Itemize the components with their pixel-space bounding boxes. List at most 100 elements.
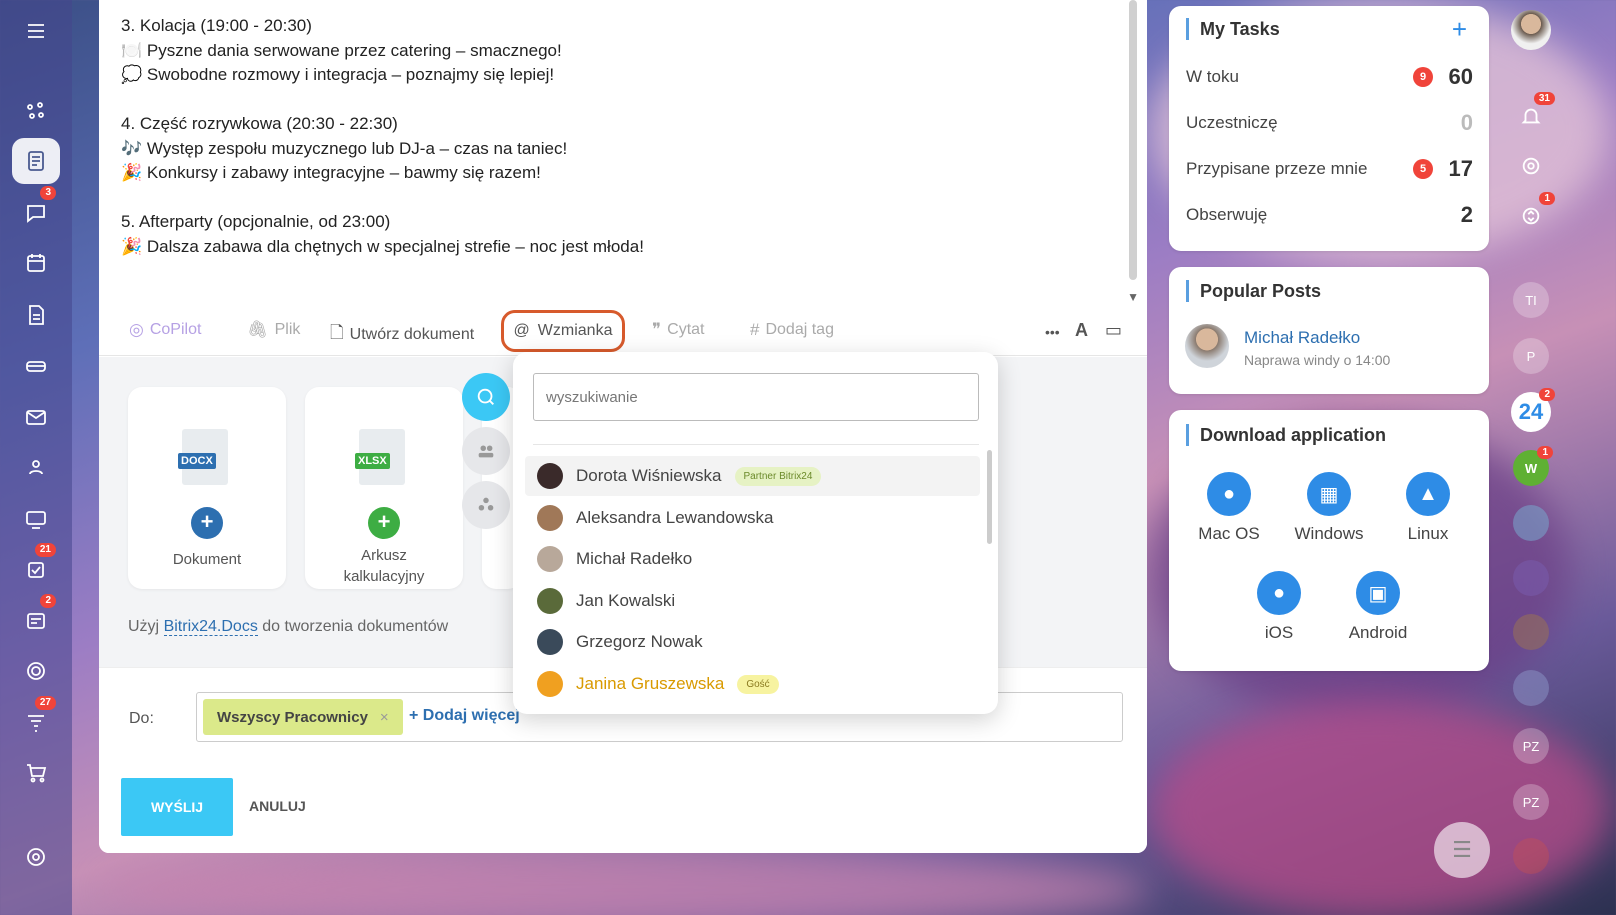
scroll-down-icon[interactable]: ▼ (1127, 290, 1139, 304)
menu-icon[interactable] (12, 8, 60, 54)
mention-person[interactable]: Jan Kowalski (525, 581, 980, 621)
chat-bubble-icon[interactable] (1513, 505, 1549, 541)
users-icon[interactable] (462, 427, 510, 475)
channel-icon[interactable] (1513, 560, 1549, 596)
funnel-icon[interactable]: 27 (12, 696, 60, 746)
crm-icon[interactable] (12, 496, 60, 542)
tasks-icon[interactable]: 21 (12, 543, 60, 593)
copilot-button[interactable]: ◎ CoPilot (129, 320, 201, 340)
task-row[interactable]: Uczestniczę 0 (1186, 110, 1473, 136)
send-button[interactable]: WYŚLIJ (121, 778, 233, 836)
create-xlsx-card[interactable]: XLSX + Arkusz kalkulacyjny (305, 387, 463, 589)
contact-p[interactable]: P (1513, 338, 1549, 374)
add-tag-button[interactable]: # Dodaj tag (750, 320, 834, 340)
download-windows[interactable]: ▦ Windows (1284, 472, 1374, 544)
more-icon[interactable]: ••• (1045, 324, 1060, 340)
news-icon[interactable]: 2 (12, 594, 60, 644)
download-mac-os[interactable]: ● Mac OS (1184, 472, 1274, 544)
app-label: Linux (1407, 524, 1449, 543)
avatar (537, 463, 563, 489)
ios-icon: ● (1257, 571, 1301, 615)
post-line: 🎉 Dalsza zabawa dla chętnych w specjalne… (121, 236, 644, 256)
settings-icon[interactable] (12, 834, 60, 880)
contact-avatar[interactable] (1513, 614, 1549, 650)
font-icon[interactable]: A (1075, 320, 1088, 341)
layout-icon[interactable]: ▭ (1105, 320, 1122, 341)
contact-ti[interactable]: TI (1513, 282, 1549, 318)
post-line: 4. Część rozrywkowa (20:30 - 22:30) (121, 114, 398, 133)
contact-pz-2[interactable]: PZ (1513, 784, 1549, 820)
download-linux[interactable]: ▲ Linux (1383, 472, 1473, 544)
add-more-button[interactable]: + Dodaj więcej (409, 707, 520, 725)
person-name: Michał Radełko (576, 549, 693, 569)
user-avatar[interactable] (1511, 10, 1551, 50)
task-count: 17 (1448, 156, 1473, 181)
quote-icon: ❞ (652, 320, 662, 339)
radar-icon[interactable] (1511, 146, 1551, 186)
quote-button[interactable]: ❞ Cytat (652, 320, 705, 340)
groups-icon[interactable] (462, 481, 510, 529)
popup-scrollbar[interactable] (987, 450, 992, 544)
mention-person[interactable]: Dorota Wiśniewska Partner Bitrix24 (525, 456, 980, 496)
task-row[interactable]: Obserwuję 2 (1186, 202, 1473, 228)
video-call-icon[interactable] (1513, 838, 1549, 874)
mail-icon[interactable] (12, 394, 60, 440)
person-name: Jan Kowalski (576, 590, 676, 610)
divider (533, 444, 979, 445)
group-icon[interactable] (1513, 670, 1549, 706)
contacts-icon[interactable] (12, 444, 60, 490)
create-document-button[interactable]: 🗋 Utwórz dokument (330, 320, 474, 349)
contact-pz-1[interactable]: PZ (1513, 728, 1549, 764)
create-docx-card[interactable]: DOCX + Dokument (128, 387, 286, 589)
post-author[interactable]: Michał Radełko (1244, 328, 1360, 348)
avatar[interactable] (1185, 324, 1229, 368)
mention-person[interactable]: Janina Gruszewska Gość (525, 664, 980, 704)
task-label: Przypisane przeze mnie (1186, 159, 1368, 178)
download-android[interactable]: ▣ Android (1333, 571, 1423, 643)
document-icon[interactable] (12, 292, 60, 338)
cart-icon[interactable] (12, 750, 60, 796)
bitrix-docs-link[interactable]: Bitrix24.Docs (163, 618, 258, 636)
app-label: Windows (1294, 524, 1364, 543)
feed-icon[interactable] (12, 138, 60, 184)
bitrix24-icon[interactable]: 24 2 (1511, 388, 1555, 432)
copilot-icon: ◎ (129, 320, 144, 339)
post-subtitle[interactable]: Naprawa windy o 14:00 (1244, 352, 1390, 368)
target-icon[interactable] (12, 648, 60, 694)
chat-icon[interactable]: 3 (12, 186, 60, 236)
windows-icon: ▦ (1307, 472, 1351, 516)
app-label: Mac OS (1198, 524, 1260, 543)
download-ios[interactable]: ● iOS (1234, 571, 1324, 643)
cancel-button[interactable]: ANULUJ (249, 798, 306, 814)
task-row[interactable]: Przypisane przeze mnie 5 17 (1186, 156, 1473, 182)
hash-icon: # (750, 320, 760, 339)
recipient-chip[interactable]: Wszyscy Pracownicy × (203, 699, 403, 735)
post-text[interactable]: 3. Kolacja (19:00 - 20:30) 🍽️ Pyszne dani… (121, 14, 1121, 259)
flow-icon[interactable] (12, 88, 60, 134)
add-task-icon[interactable]: + (1452, 14, 1467, 45)
mention-button[interactable]: @ Wzmianka (501, 310, 625, 352)
sync-icon[interactable]: 1 (1511, 192, 1555, 236)
mention-person[interactable]: Michał Radełko (525, 539, 980, 579)
search-docs-icon[interactable] (462, 373, 510, 421)
remove-chip-icon[interactable]: × (380, 709, 389, 726)
file-button[interactable]: 🖇 Plik (247, 320, 300, 340)
task-badge: 5 (1413, 159, 1433, 179)
plus-icon: + (191, 507, 223, 539)
my-tasks-card: My Tasks + W toku 9 60 Uczestniczę 0 Przypisa… (1169, 6, 1489, 251)
person-name: Grzegorz Nowak (576, 632, 703, 652)
mention-popup: Dorota Wiśniewska Partner Bitrix24 Aleksan… (513, 352, 998, 714)
task-count: 0 (1460, 110, 1473, 135)
task-label: Uczestniczę (1186, 113, 1278, 132)
bell-icon[interactable]: 31 (1511, 92, 1555, 136)
person-name: Dorota Wiśniewska (576, 466, 722, 485)
mention-person[interactable]: Aleksandra Lewandowska (525, 498, 980, 538)
mention-search-input[interactable] (533, 373, 979, 421)
mention-person[interactable]: Grzegorz Nowak (525, 622, 980, 662)
drive-icon[interactable] (12, 343, 60, 389)
contact-w[interactable]: W1 (1513, 446, 1553, 486)
task-row[interactable]: W toku 9 60 (1186, 64, 1473, 90)
chat-list-icon[interactable]: ☰ (1434, 822, 1490, 878)
calendar-icon[interactable] (12, 240, 60, 286)
editor-scrollbar[interactable] (1129, 0, 1137, 280)
